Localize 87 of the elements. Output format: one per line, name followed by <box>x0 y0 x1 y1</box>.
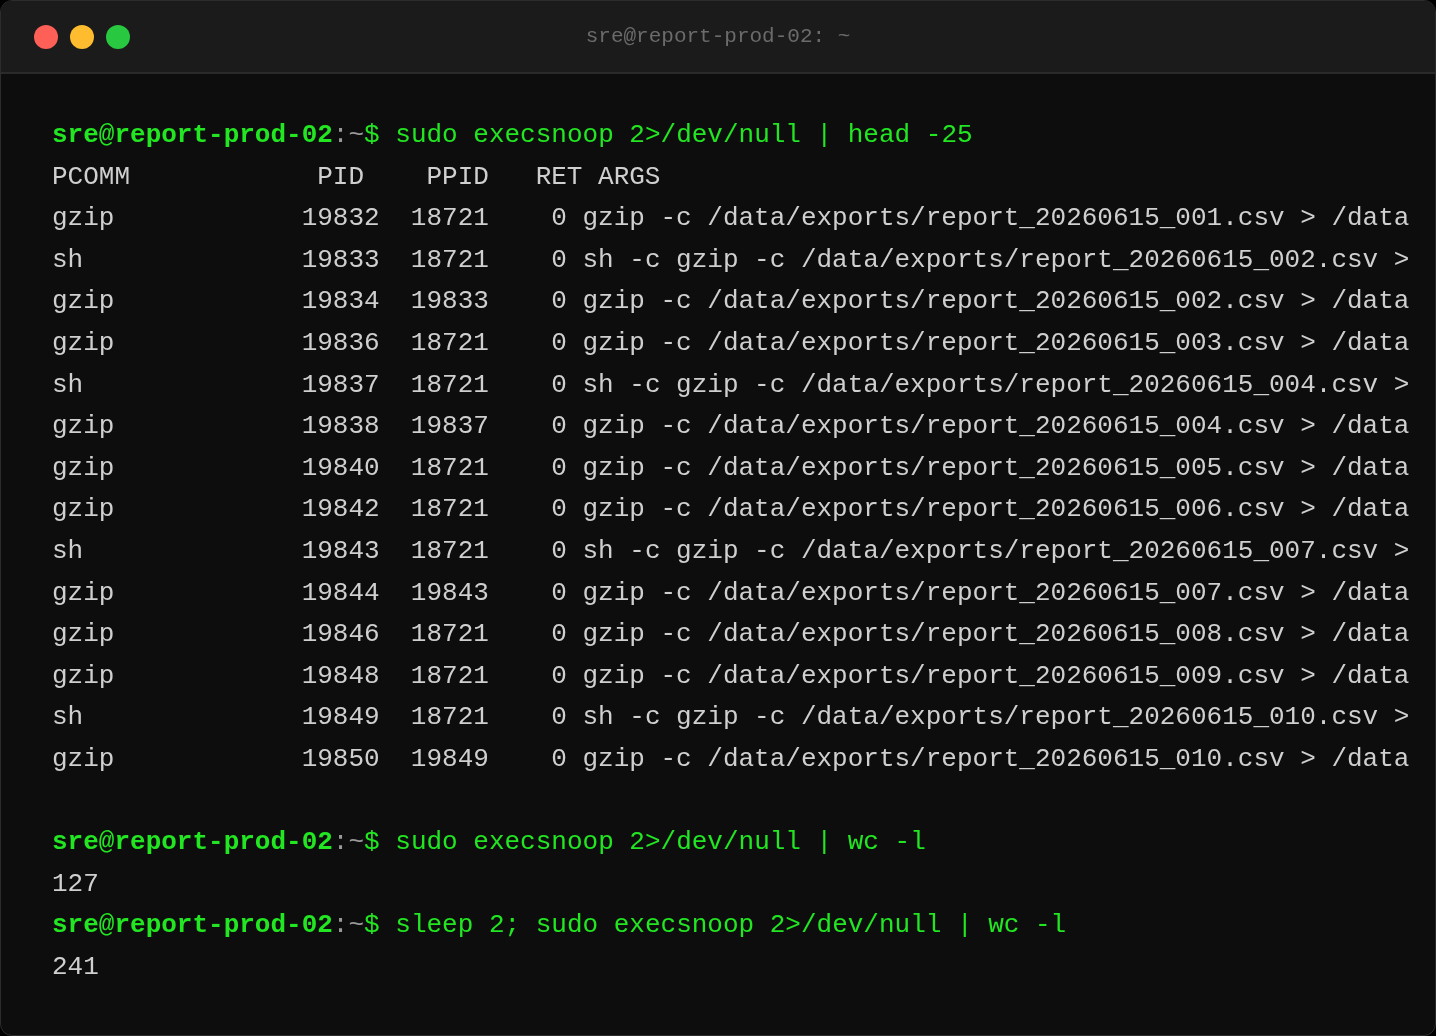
table-cell: 0 <box>551 577 567 608</box>
table-cell: gzip <box>52 452 115 483</box>
close-button[interactable] <box>34 24 58 49</box>
table-cell: 0 <box>551 452 567 483</box>
table-cell: gzip -c /data/exports/report_20260615_008.csv > /data <box>582 619 1410 650</box>
table-cell: gzip -c /data/exports/report_20260615_001.csv > /data <box>582 203 1410 234</box>
table-cell: 19846 <box>301 619 380 650</box>
table-cell: sh <box>52 702 84 733</box>
table-cell: 18721 <box>410 702 489 733</box>
table-cell: 0 <box>551 702 567 733</box>
table-cell: 19840 <box>301 452 380 483</box>
table-cell: gzip <box>52 577 115 608</box>
column-header: PPID <box>426 160 490 194</box>
table-cell: sh -c gzip -c /data/exports/report_20260615_007.csv > <box>582 535 1410 566</box>
table-cell: 19837 <box>410 411 489 442</box>
table-cell: gzip <box>52 411 115 442</box>
table-cell: 0 <box>551 411 567 442</box>
window-title: sre@report-prod-02: ~ <box>585 23 851 50</box>
table-cell: 18721 <box>410 619 489 650</box>
table-cell: 0 <box>551 286 567 317</box>
table-cell: gzip -c /data/exports/report_20260615_007.csv > /data <box>582 577 1410 608</box>
table-cell: gzip <box>52 619 115 650</box>
table-cell: 19832 <box>301 203 380 234</box>
table-cell: 19843 <box>301 535 380 566</box>
table-cell: gzip <box>52 203 115 234</box>
table-cell: 18721 <box>410 369 489 400</box>
table-cell: gzip <box>52 494 115 525</box>
table-cell: gzip -c /data/exports/report_20260615_005.csv > /data <box>582 452 1410 483</box>
zoom-button[interactable] <box>106 24 130 49</box>
table-cell: 0 <box>551 743 567 774</box>
table-cell: 19848 <box>301 660 380 691</box>
table-cell: 19849 <box>410 743 489 774</box>
table-cell: 19838 <box>301 411 380 442</box>
table-cell: 19843 <box>410 577 489 608</box>
command-text: sleep 2; sudo execsnoop 2>/dev/null | wc -l <box>395 909 1067 943</box>
table-cell: 19837 <box>301 369 380 400</box>
table-cell: gzip -c /data/exports/report_20260615_006.csv > /data <box>582 494 1410 525</box>
table-cell: 0 <box>551 494 567 525</box>
table-cell: 0 <box>551 327 567 358</box>
output-text: 127 <box>52 867 99 901</box>
table-cell: 0 <box>551 535 567 566</box>
column-header: PID <box>317 160 366 194</box>
table-cell: 0 <box>551 244 567 275</box>
table-cell: 18721 <box>410 203 489 234</box>
table-cell: 19850 <box>301 743 380 774</box>
table-cell: gzip <box>52 743 115 774</box>
command-text: sudo execsnoop 2>/dev/null | wc -l <box>395 826 926 860</box>
table-cell: gzip -c /data/exports/report_20260615_009.csv > /data <box>582 660 1410 691</box>
table-cell: sh <box>52 244 84 275</box>
column-header: PCOMM <box>52 160 131 194</box>
table-cell: 19833 <box>410 286 489 317</box>
table-cell: 19849 <box>301 702 380 733</box>
table-cell: 18721 <box>410 494 489 525</box>
table-cell: gzip -c /data/exports/report_20260615_010.csv > /data <box>582 743 1410 774</box>
table-cell: sh -c gzip -c /data/exports/report_20260615_004.csv > <box>582 369 1410 400</box>
table-cell: gzip -c /data/exports/report_20260615_004.csv > /data <box>582 411 1410 442</box>
table-cell: 18721 <box>410 244 489 275</box>
table-cell: sh -c gzip -c /data/exports/report_20260615_002.csv > <box>582 244 1410 275</box>
table-cell: 0 <box>551 619 567 650</box>
table-cell: 18721 <box>410 452 489 483</box>
table-cell: gzip -c /data/exports/report_20260615_002.csv > /data <box>582 286 1410 317</box>
table-cell: sh <box>52 369 84 400</box>
table-cell: 19833 <box>301 244 380 275</box>
output-text: 241 <box>52 950 99 984</box>
table-cell: sh -c gzip -c /data/exports/report_20260615_010.csv > <box>582 702 1410 733</box>
table-cell: 0 <box>551 203 567 234</box>
table-cell: sh <box>52 535 84 566</box>
table-cell: 0 <box>551 660 567 691</box>
shell-prompt: sre@report-prod-02:~$ <box>52 826 380 860</box>
table-cell: 19842 <box>301 494 380 525</box>
table-cell: gzip <box>52 286 115 317</box>
shell-prompt: sre@report-prod-02:~$ <box>52 909 380 943</box>
table-cell: gzip <box>52 660 115 691</box>
shell-prompt: sre@report-prod-02:~$ <box>52 119 380 152</box>
table-cell: 18721 <box>410 660 489 691</box>
table-cell: gzip -c /data/exports/report_20260615_003.csv > /data <box>582 327 1410 358</box>
column-header: ARGS <box>598 160 661 194</box>
table-cell: 18721 <box>410 535 489 566</box>
table-cell: 0 <box>551 369 567 400</box>
table-cell: 19844 <box>301 577 380 608</box>
minimize-button[interactable] <box>70 24 94 49</box>
command-text: sudo execsnoop 2>/dev/null | head -25 <box>395 119 973 152</box>
table-cell: 18721 <box>410 327 489 358</box>
table-cell: 19836 <box>301 327 380 358</box>
table-cell: gzip <box>52 327 115 358</box>
column-header: RET <box>535 160 584 194</box>
table-cell: 19834 <box>301 286 380 317</box>
